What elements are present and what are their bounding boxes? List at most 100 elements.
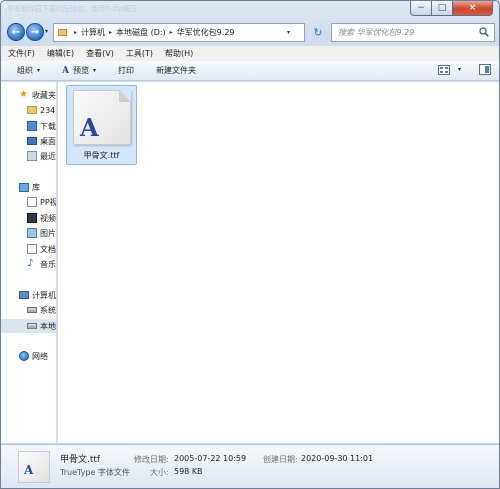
nav-label: 音乐: [40, 259, 56, 269]
nav-label: 最近: [40, 151, 56, 161]
file-name: 甲骨文.ttf: [83, 151, 120, 160]
new-folder-button[interactable]: 新建文件夹: [156, 65, 196, 76]
nav-item-desktop[interactable]: 桌面: [27, 134, 56, 148]
nav-network[interactable]: 网络: [19, 349, 48, 363]
nav-label: 网络: [32, 351, 48, 361]
change-view-icon[interactable]: [437, 64, 450, 75]
caret-down-icon: ▾: [37, 67, 41, 74]
recent-pages-dropdown[interactable]: ▾: [45, 28, 48, 35]
breadcrumb-computer[interactable]: 计算机: [81, 27, 105, 38]
created-label: 创建日期:: [263, 455, 298, 464]
preview-pane-icon[interactable]: [479, 64, 491, 75]
recent-places-icon: [27, 151, 37, 161]
maximize-button[interactable]: □: [432, 1, 453, 16]
picture-icon: [27, 228, 37, 238]
print-label: 打印: [118, 66, 135, 75]
breadcrumb-local-disk[interactable]: 本地磁盘 (D:): [116, 27, 166, 38]
nav-label: 234: [40, 105, 56, 115]
file-item[interactable]: A 甲骨文.ttf: [66, 85, 137, 165]
window-controls: − □ ×: [410, 1, 493, 16]
computer-icon: [19, 291, 29, 299]
font-file-thumbnail-icon: A: [18, 451, 50, 483]
nav-item-pictures[interactable]: 图片: [27, 226, 56, 240]
nav-item-system-drive[interactable]: 系统: [27, 303, 56, 317]
view-options-dropdown[interactable]: ▾: [458, 66, 461, 73]
created-value: 2020-09-30 11:01: [301, 454, 374, 463]
organize-label: 组织: [17, 66, 33, 75]
library-folder-icon: [27, 197, 37, 207]
menu-tools[interactable]: 工具(T): [126, 48, 153, 59]
refresh-button[interactable]: ↻: [307, 23, 329, 42]
back-button[interactable]: ←: [7, 23, 25, 41]
forward-arrow-icon: →: [30, 26, 40, 38]
breadcrumb-separator[interactable]: ▸: [170, 29, 173, 36]
menu-help[interactable]: 帮助(H): [165, 48, 193, 59]
video-icon: [27, 213, 37, 223]
nav-item-234[interactable]: 234: [27, 103, 55, 117]
details-file-name: 甲骨文.ttf: [60, 455, 101, 465]
size-label: 大小:: [150, 468, 169, 477]
nav-item-local-disk[interactable]: 本地: [1, 319, 56, 333]
breadcrumb-current-folder[interactable]: 华军优化包9.29: [177, 27, 235, 38]
back-arrow-icon: ←: [11, 26, 21, 38]
size-value: 598 KB: [174, 467, 203, 476]
download-icon: [27, 121, 37, 131]
address-dropdown[interactable]: ▾: [287, 29, 290, 36]
view-controls: ▾: [437, 64, 491, 75]
font-preview-icon: A: [62, 65, 69, 76]
minimize-button[interactable]: −: [410, 1, 432, 16]
search-input[interactable]: 搜索 华军优化包9.29: [331, 23, 495, 42]
nav-item-downloads[interactable]: 下载: [27, 119, 56, 133]
nav-label: 下载: [40, 121, 56, 131]
nav-label: 文档: [40, 244, 56, 254]
modified-label: 修改日期:: [134, 455, 169, 464]
refresh-icon: ↻: [313, 26, 323, 39]
drive-icon: [27, 323, 37, 329]
search-icon: [479, 27, 489, 37]
preview-label: 预览: [73, 66, 89, 75]
new-folder-label: 新建文件夹: [156, 66, 197, 75]
network-icon: [19, 351, 29, 361]
nav-item-music[interactable]: ♪ 音乐: [27, 257, 56, 271]
nav-label: 桌面: [40, 136, 56, 146]
nav-label: PP视: [40, 197, 57, 207]
preview-button[interactable]: A 预览 ▾: [62, 65, 96, 76]
desktop-icon: [27, 137, 37, 145]
menu-edit[interactable]: 编辑(E): [47, 48, 74, 59]
forward-button[interactable]: →: [26, 23, 44, 41]
folder-icon: [58, 29, 67, 36]
nav-item-pp[interactable]: PP视: [27, 195, 57, 209]
nav-item-documents[interactable]: 文档: [27, 242, 56, 256]
print-button[interactable]: 打印: [118, 65, 134, 76]
close-button[interactable]: ×: [453, 1, 493, 16]
music-note-icon: ♪: [27, 258, 34, 269]
breadcrumb-separator[interactable]: ▸: [74, 29, 77, 36]
organize-button[interactable]: 组织 ▾: [17, 65, 40, 76]
font-file-icon: A: [73, 90, 131, 145]
caret-down-icon: ▾: [93, 67, 97, 74]
menu-file[interactable]: 文件(F): [8, 48, 35, 59]
nav-label: 计算机: [32, 290, 56, 300]
title-bar: 华军软件园下载的压缩包，请用7-Zip解压 − □ ×: [1, 1, 499, 17]
navigation-pane: ★ 收藏夹 234 下载 桌面 最近 库 PP视 视频 图片 文档 ♪ 音乐 计…: [1, 82, 57, 443]
nav-computer[interactable]: 计算机: [19, 288, 56, 302]
nav-item-recent[interactable]: 最近: [27, 149, 56, 163]
nav-item-videos[interactable]: 视频: [27, 211, 56, 225]
nav-label: 视频: [40, 213, 56, 223]
details-pane: A 甲骨文.ttf TrueType 字体文件 修改日期: 2005-07-22…: [1, 444, 499, 488]
library-icon: [19, 182, 29, 192]
menu-view[interactable]: 查看(V): [86, 48, 114, 59]
font-glyph: A: [80, 113, 99, 142]
window-title: 华军软件园下载的压缩包，请用7-Zip解压: [7, 5, 138, 13]
nav-label: 库: [32, 182, 40, 192]
breadcrumb-separator[interactable]: ▸: [109, 29, 112, 36]
file-list: A 甲骨文.ttf: [58, 82, 499, 443]
modified-value: 2005-07-22 10:59: [174, 454, 247, 463]
nav-libraries[interactable]: 库: [19, 180, 40, 194]
search-placeholder: 搜索 华军优化包9.29: [338, 28, 415, 37]
nav-label: 收藏夹: [32, 90, 56, 100]
font-glyph: A: [24, 463, 34, 477]
address-bar[interactable]: ▸ 计算机 ▸ 本地磁盘 (D:) ▸ 华军优化包9.29 ▾: [53, 23, 305, 42]
nav-favorites[interactable]: ★ 收藏夹: [19, 88, 56, 102]
nav-label: 本地: [40, 321, 56, 331]
